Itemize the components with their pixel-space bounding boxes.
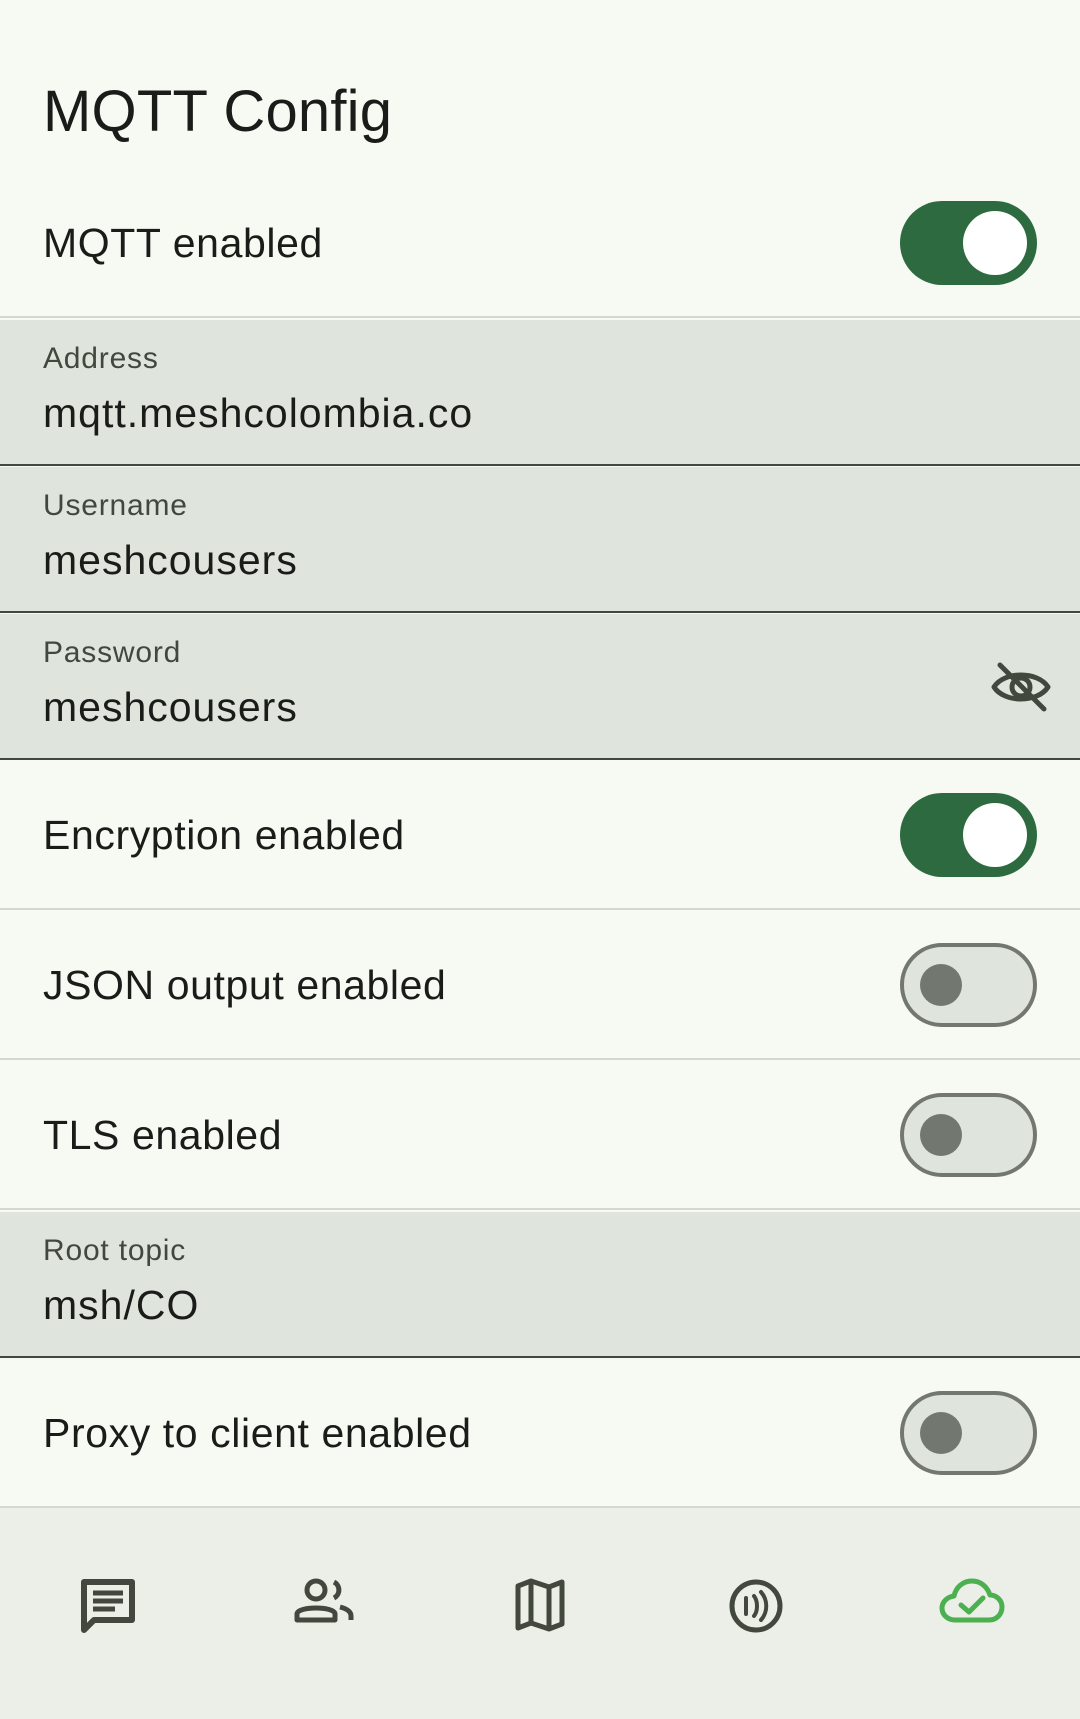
root-topic-label: Root topic (43, 1234, 187, 1267)
proxy-to-client-enabled-label: Proxy to client enabled (43, 1409, 472, 1456)
radio-signal-icon (729, 1579, 783, 1633)
tls-enabled-switch[interactable] (900, 1093, 1037, 1177)
encryption-enabled-label: Encryption enabled (43, 811, 405, 858)
username-field[interactable]: Username meshcousers (0, 467, 1080, 613)
bottom-navigation (0, 1508, 1080, 1719)
switch-thumb (920, 1412, 962, 1454)
encryption-enabled-row[interactable]: Encryption enabled (0, 762, 1080, 910)
proxy-to-client-enabled-row[interactable]: Proxy to client enabled (0, 1360, 1080, 1508)
tls-enabled-label: TLS enabled (43, 1111, 283, 1158)
people-icon (294, 1578, 354, 1623)
nav-item-radio[interactable] (648, 1508, 864, 1719)
switch-thumb (963, 803, 1027, 867)
mqtt-enabled-row[interactable]: MQTT enabled (0, 170, 1080, 318)
password-label: Password (43, 636, 182, 669)
password-input[interactable]: meshcousers (43, 684, 298, 731)
switch-thumb (920, 1114, 962, 1156)
encryption-enabled-switch[interactable] (900, 793, 1037, 877)
messages-icon (81, 1579, 135, 1633)
root-topic-input[interactable]: msh/CO (43, 1282, 199, 1329)
nav-item-map[interactable] (432, 1508, 648, 1719)
json-output-enabled-switch[interactable] (900, 943, 1037, 1027)
address-label: Address (43, 342, 159, 375)
proxy-to-client-enabled-switch[interactable] (900, 1391, 1037, 1475)
visibility-off-icon[interactable] (988, 654, 1054, 720)
root-topic-field[interactable]: Root topic msh/CO (0, 1212, 1080, 1358)
switch-thumb (963, 211, 1027, 275)
address-input[interactable]: mqtt.meshcolombia.co (43, 390, 473, 437)
json-output-enabled-row[interactable]: JSON output enabled (0, 912, 1080, 1060)
page-title: MQTT Config (43, 79, 393, 144)
username-input[interactable]: meshcousers (43, 537, 298, 584)
tls-enabled-row[interactable]: TLS enabled (0, 1062, 1080, 1210)
address-field[interactable]: Address mqtt.meshcolombia.co (0, 320, 1080, 466)
map-icon (515, 1578, 565, 1632)
nav-item-messages[interactable] (0, 1508, 216, 1719)
mqtt-enabled-label: MQTT enabled (43, 219, 323, 266)
cloud-done-icon (939, 1578, 1005, 1623)
nav-item-people[interactable] (216, 1508, 432, 1719)
json-output-enabled-label: JSON output enabled (43, 961, 447, 1008)
username-label: Username (43, 489, 188, 522)
nav-item-mqtt[interactable] (864, 1508, 1080, 1719)
switch-thumb (920, 964, 962, 1006)
mqtt-enabled-switch[interactable] (900, 201, 1037, 285)
password-field[interactable]: Password meshcousers (0, 614, 1080, 760)
